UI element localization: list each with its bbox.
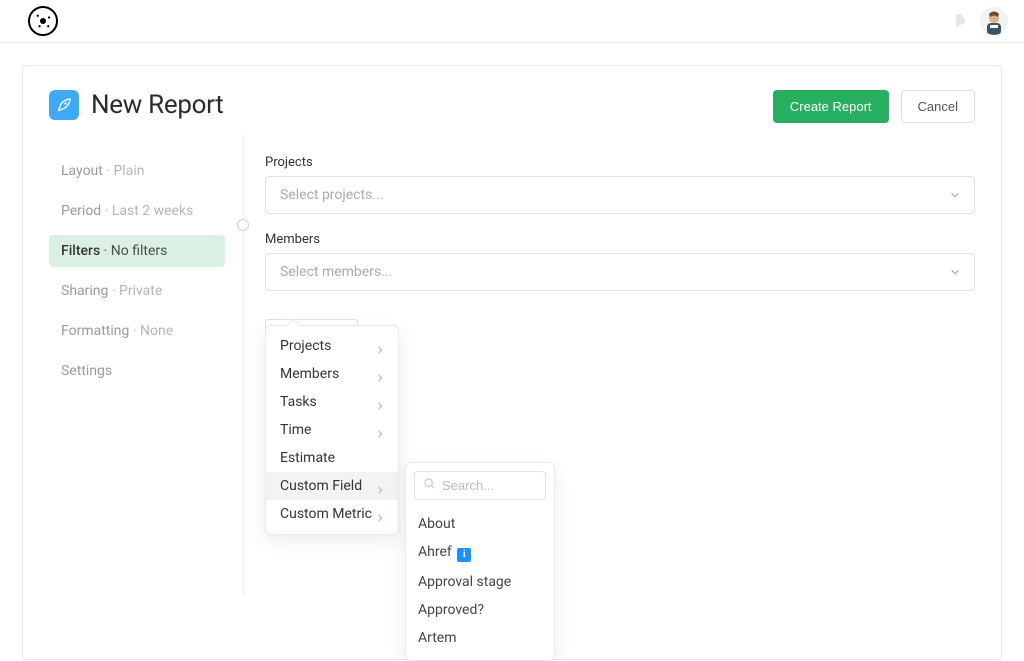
chevron-down-icon <box>950 190 960 200</box>
nav-item-settings[interactable]: Settings <box>49 355 225 387</box>
filter-menu-estimate[interactable]: Estimate <box>266 444 398 472</box>
custom-field-search[interactable] <box>414 471 546 500</box>
rocket-icon <box>49 90 79 120</box>
report-card: New Report Create Report Cancel Layout ·… <box>22 65 1002 660</box>
filters-panel: Projects Select projects... Members Sele… <box>265 155 975 395</box>
filter-menu-members[interactable]: Members <box>266 360 398 388</box>
filter-menu-time[interactable]: Time <box>266 416 398 444</box>
timeline-dot-icon <box>237 219 249 231</box>
chevron-right-icon <box>376 482 384 490</box>
nav-item-sharing[interactable]: Sharing · Private <box>49 275 225 307</box>
projects-label: Projects <box>265 155 975 170</box>
nav-item-layout[interactable]: Layout · Plain <box>49 155 225 187</box>
menu-item-label: Time <box>280 422 311 438</box>
members-placeholder: Select members... <box>280 264 392 280</box>
cancel-button[interactable]: Cancel <box>901 90 975 123</box>
projects-select[interactable]: Select projects... <box>265 176 975 214</box>
nav-label: Sharing <box>61 283 108 299</box>
search-icon <box>423 477 436 494</box>
menu-item-label: Members <box>280 366 339 382</box>
chevron-right-icon <box>376 370 384 378</box>
members-label: Members <box>265 232 975 247</box>
create-report-button[interactable]: Create Report <box>773 90 889 123</box>
projects-placeholder: Select projects... <box>280 187 383 203</box>
custom-field-popover: About Ahref i Approval stage Approved? A… <box>405 462 555 661</box>
custom-field-search-input[interactable] <box>442 478 537 493</box>
nav-label: Settings <box>61 363 112 379</box>
chevron-right-icon <box>376 342 384 350</box>
timeline <box>225 155 265 395</box>
menu-item-label: Projects <box>280 338 331 354</box>
avatar[interactable] <box>980 7 1008 35</box>
custom-field-option-about[interactable]: About <box>414 510 546 538</box>
filter-menu-tasks[interactable]: Tasks <box>266 388 398 416</box>
nav-label: Period <box>61 203 101 219</box>
nav-label: Layout <box>61 163 103 179</box>
filter-menu-custom-field[interactable]: Custom Field <box>266 472 398 500</box>
menu-item-label: Tasks <box>280 394 317 410</box>
app-logo[interactable] <box>28 6 58 36</box>
chevron-down-icon <box>950 267 960 277</box>
add-filter-popover: Projects Members Tasks Time Estimate <box>265 325 399 535</box>
members-select[interactable]: Select members... <box>265 253 975 291</box>
menu-item-label: Custom Field <box>280 478 362 494</box>
chevron-right-icon <box>376 426 384 434</box>
nav-label: Formatting <box>61 323 129 339</box>
chevron-right-icon <box>376 398 384 406</box>
nav-item-formatting[interactable]: Formatting · None <box>49 315 225 347</box>
page-title: New Report <box>91 90 224 120</box>
report-steps-nav: Layout · Plain Period · Last 2 weeks Fil… <box>49 155 225 395</box>
custom-field-option-ahref[interactable]: Ahref i <box>414 538 546 568</box>
menu-item-label: Estimate <box>280 450 335 466</box>
custom-field-option-approved[interactable]: Approved? <box>414 596 546 624</box>
nav-item-period[interactable]: Period · Last 2 weeks <box>49 195 225 227</box>
filter-menu-projects[interactable]: Projects <box>266 332 398 360</box>
nav-item-filters[interactable]: Filters · No filters <box>49 235 225 267</box>
custom-field-option-approval-stage[interactable]: Approval stage <box>414 568 546 596</box>
menu-item-label: Custom Metric <box>280 506 372 522</box>
filter-menu-custom-metric[interactable]: Custom Metric <box>266 500 398 528</box>
custom-field-option-artem[interactable]: Artem <box>414 624 546 652</box>
nav-label: Filters <box>61 243 100 259</box>
topbar <box>0 0 1024 43</box>
info-icon: i <box>457 548 471 562</box>
notification-icon[interactable] <box>950 12 968 30</box>
chevron-right-icon <box>376 510 384 518</box>
